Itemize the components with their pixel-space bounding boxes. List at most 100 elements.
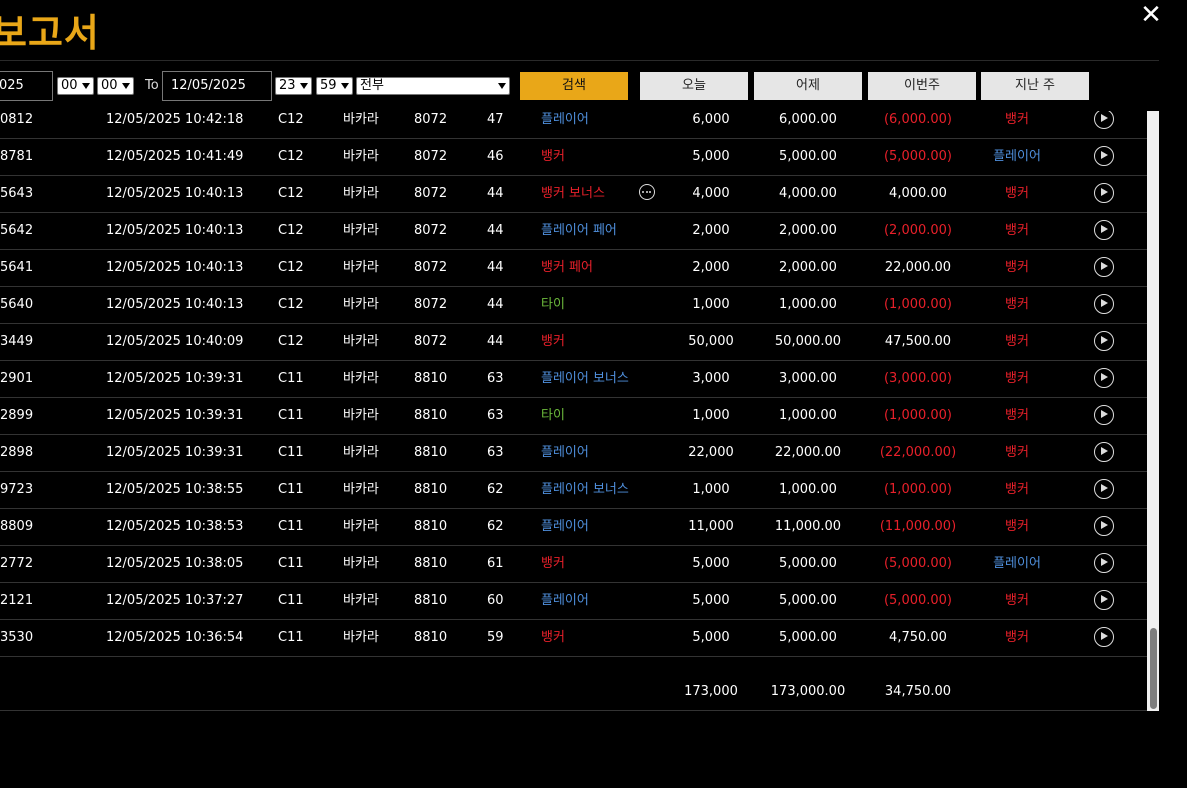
table-row[interactable]: 2901 12/05/2025 10:39:31 C11 바카라 8810 63 플레이어 …	[0, 360, 1147, 398]
shoe-cell: 8072	[414, 297, 448, 312]
play-icon[interactable]	[1094, 553, 1114, 573]
play-icon[interactable]	[1094, 442, 1114, 462]
play-icon[interactable]	[1094, 146, 1114, 166]
bet-type-cell: 타이	[541, 408, 565, 423]
play-icon[interactable]	[1094, 257, 1114, 277]
bet-type-cell: 뱅커	[541, 556, 565, 571]
table-row[interactable]: 2898 12/05/2025 10:39:31 C11 바카라 8810 63 플레이어 2…	[0, 434, 1147, 472]
table-row[interactable]: 5641 12/05/2025 10:40:13 C12 바카라 8072 44 뱅커 페어…	[0, 249, 1147, 287]
to-label: To	[145, 78, 159, 93]
table-cell: C11	[278, 630, 304, 645]
close-icon[interactable]: ✕	[1138, 1, 1164, 29]
bet-id-cell: 5641	[0, 260, 34, 275]
page-title: 보고서	[0, 11, 100, 55]
play-icon[interactable]	[1094, 590, 1114, 610]
play-icon[interactable]	[1094, 368, 1114, 388]
table-row[interactable]: 8781 12/05/2025 10:41:49 C12 바카라 8072 46 뱅커 5,0…	[0, 138, 1147, 176]
to-minute-select[interactable]: 59	[316, 77, 353, 95]
yesterday-button[interactable]: 어제	[754, 72, 862, 100]
table-row[interactable]: 9723 12/05/2025 10:38:55 C11 바카라 8810 62 플레이어 …	[0, 471, 1147, 509]
play-icon[interactable]	[1094, 479, 1114, 499]
play-icon[interactable]	[1094, 294, 1114, 314]
play-icon[interactable]	[1094, 220, 1114, 240]
to-hour-select[interactable]: 23	[275, 77, 312, 95]
today-button[interactable]: 오늘	[640, 72, 748, 100]
game-cell: 바카라	[343, 630, 379, 645]
result-cell: 뱅커	[1005, 186, 1029, 201]
valid-bet-cell: 22,000.00	[774, 445, 842, 460]
shoe-cell: 8810	[414, 519, 448, 534]
shoe-cell: 8810	[414, 445, 448, 460]
win-loss-cell: (1,000.00)	[883, 408, 953, 423]
play-icon[interactable]	[1094, 405, 1114, 425]
from-hour-select[interactable]: 00	[57, 77, 94, 95]
table-row[interactable]: 5642 12/05/2025 10:40:13 C12 바카라 8072 44 플레이어 …	[0, 212, 1147, 250]
bet-amount-cell: 5,000	[692, 593, 730, 608]
total-valid: 173,000.00	[770, 684, 846, 699]
bet-id-cell: 3449	[0, 334, 34, 349]
bet-amount-cell: 2,000	[692, 260, 730, 275]
result-cell: 뱅커	[1005, 630, 1029, 645]
bet-type-cell: 플레이어 페어	[541, 223, 617, 238]
play-icon[interactable]	[1094, 331, 1114, 351]
more-options-icon[interactable]	[639, 184, 655, 200]
table-row[interactable]: 0812 12/05/2025 10:42:18 C12 바카라 8072 47 플레이어 6…	[0, 111, 1147, 139]
from-minute-select[interactable]: 00	[97, 77, 134, 95]
play-icon[interactable]	[1094, 627, 1114, 647]
table-row[interactable]: 3449 12/05/2025 10:40:09 C12 바카라 8072 44 뱅커 50,…	[0, 323, 1147, 361]
table-cell: C11	[278, 445, 304, 460]
table-row[interactable]: 3530 12/05/2025 10:36:54 C11 바카라 8810 59 뱅커 5,0…	[0, 619, 1147, 657]
valid-bet-cell: 4,000.00	[779, 186, 837, 201]
shoe-cell: 8810	[414, 408, 448, 423]
table-row[interactable]: 8809 12/05/2025 10:38:53 C11 바카라 8810 62 플레이어 1…	[0, 508, 1147, 546]
table-row[interactable]: 2772 12/05/2025 10:38:05 C11 바카라 8810 61 뱅커 5,0…	[0, 545, 1147, 583]
bet-amount-cell: 4,000	[692, 186, 730, 201]
round-cell: 44	[487, 297, 504, 312]
datetime-cell: 12/05/2025 10:38:53	[106, 519, 244, 534]
result-cell: 뱅커	[1005, 297, 1029, 312]
category-select[interactable]: 전부	[356, 77, 510, 95]
scrollbar-thumb[interactable]	[1150, 628, 1157, 709]
scrollbar[interactable]	[1147, 111, 1159, 711]
bet-amount-cell: 22,000	[688, 445, 734, 460]
from-minute-value: 00	[101, 78, 118, 93]
search-button[interactable]: 검색	[520, 72, 628, 100]
valid-bet-cell: 5,000.00	[779, 593, 837, 608]
round-cell: 62	[487, 482, 504, 497]
bet-type-cell: 플레이어	[541, 112, 589, 127]
table-cell: C11	[278, 408, 304, 423]
game-cell: 바카라	[343, 556, 379, 571]
bet-id-cell: 8809	[0, 519, 34, 534]
win-loss-cell: (11,000.00)	[879, 519, 957, 534]
bet-id-cell: 3530	[0, 630, 34, 645]
this-week-button[interactable]: 이번주	[868, 72, 976, 100]
table-row[interactable]: 2899 12/05/2025 10:39:31 C11 바카라 8810 63 타이 1,0…	[0, 397, 1147, 435]
valid-bet-cell: 11,000.00	[774, 519, 842, 534]
table-row[interactable]: 5643 12/05/2025 10:40:13 C12 바카라 8072 44 뱅커 보너…	[0, 175, 1147, 213]
table-row[interactable]: 5640 12/05/2025 10:40:13 C12 바카라 8072 44 타이 1,0…	[0, 286, 1147, 324]
bet-amount-cell: 50,000	[688, 334, 734, 349]
bet-amount-cell: 1,000	[692, 482, 730, 497]
play-icon[interactable]	[1094, 516, 1114, 536]
play-icon[interactable]	[1094, 183, 1114, 203]
play-icon[interactable]	[1094, 111, 1114, 129]
bet-type-cell: 플레이어 보너스	[541, 371, 629, 386]
game-cell: 바카라	[343, 112, 379, 127]
win-loss-cell: (2,000.00)	[883, 223, 953, 238]
game-cell: 바카라	[343, 223, 379, 238]
bet-id-cell: 9723	[0, 482, 34, 497]
valid-bet-cell: 50,000.00	[774, 334, 842, 349]
from-date-input[interactable]: 025	[0, 71, 53, 101]
win-loss-cell: (1,000.00)	[883, 297, 953, 312]
chevron-down-icon	[122, 83, 130, 89]
datetime-cell: 12/05/2025 10:39:31	[106, 445, 244, 460]
result-cell: 뱅커	[1005, 445, 1029, 460]
bet-amount-cell: 6,000	[692, 112, 730, 127]
chevron-down-icon	[498, 83, 506, 89]
table-row[interactable]: 2121 12/05/2025 10:37:27 C11 바카라 8810 60 플레이어 5…	[0, 582, 1147, 620]
last-week-button[interactable]: 지난 주	[981, 72, 1089, 100]
win-loss-cell: (6,000.00)	[883, 112, 953, 127]
to-date-input[interactable]: 12/05/2025	[162, 71, 272, 101]
result-cell: 뱅커	[1005, 408, 1029, 423]
valid-bet-cell: 1,000.00	[779, 297, 837, 312]
